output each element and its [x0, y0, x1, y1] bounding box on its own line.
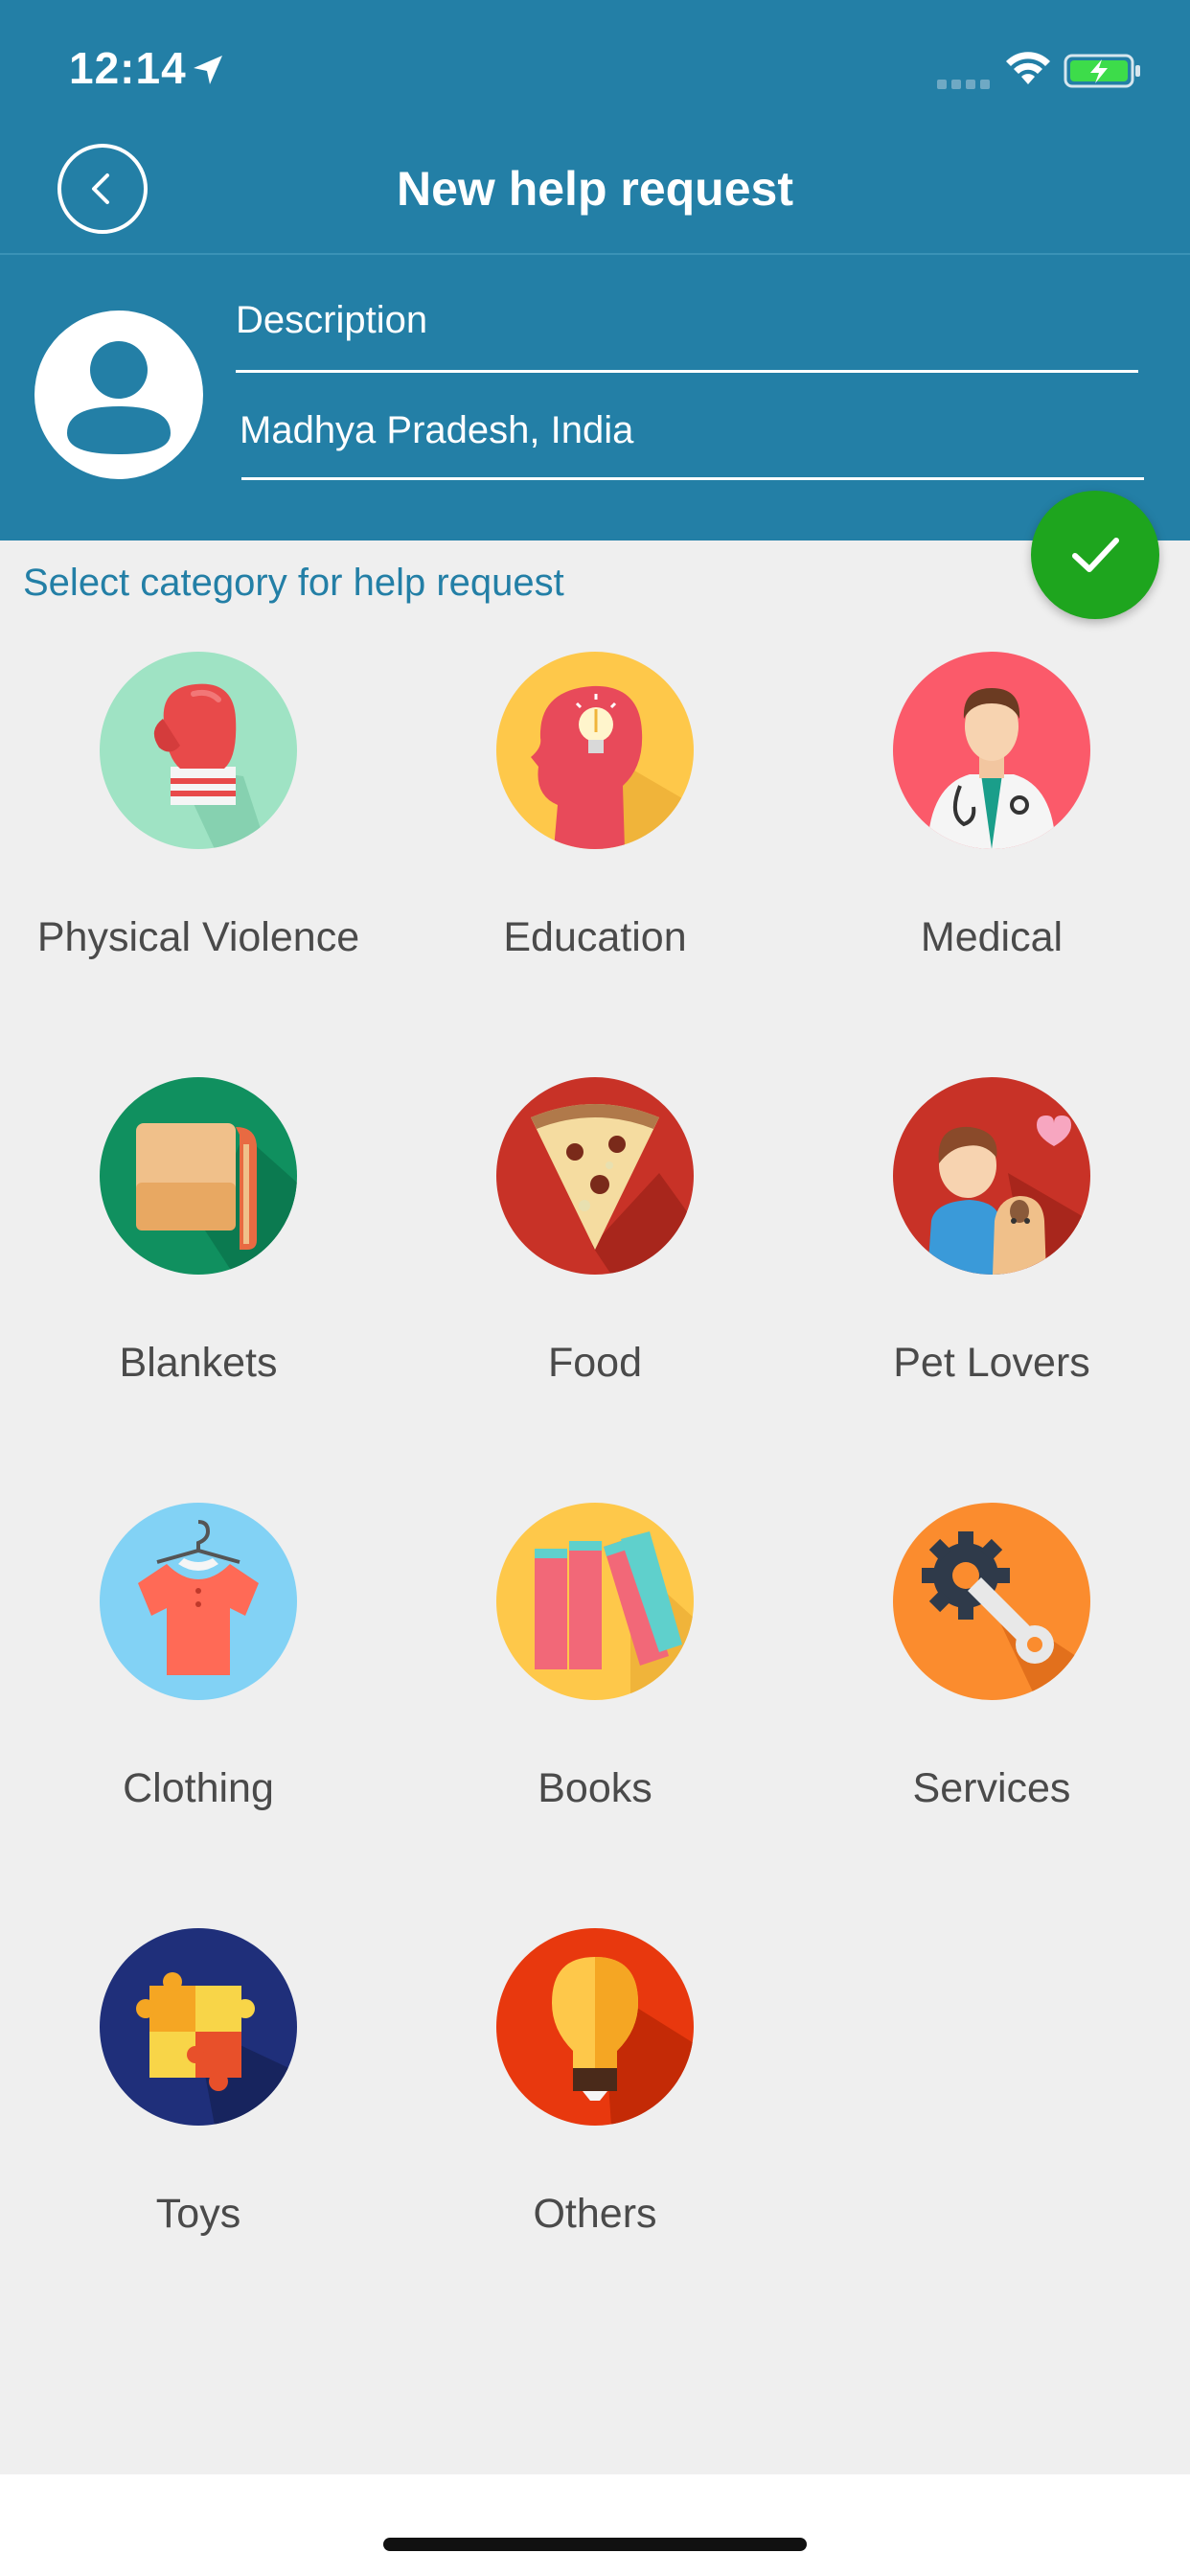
category-label: Food: [547, 1340, 642, 1386]
boxing-glove-icon: [100, 652, 297, 849]
category-others[interactable]: Others: [397, 1928, 793, 2292]
header: 12:14 New help request Description Madhy…: [0, 0, 1190, 540]
nav-divider: [0, 253, 1190, 255]
person-with-dog-icon: [893, 1077, 1090, 1275]
location-field[interactable]: [240, 399, 1140, 462]
books-icon: [496, 1503, 694, 1700]
pizza-slice-icon: [496, 1077, 694, 1275]
category-blankets[interactable]: Blankets: [0, 1077, 397, 1441]
category-books[interactable]: Books: [397, 1503, 793, 1867]
description-underline: [236, 370, 1138, 373]
page-title: New help request: [397, 162, 793, 216]
wifi-icon: [1006, 52, 1050, 84]
category-food[interactable]: Food: [397, 1077, 793, 1441]
checkmark-icon: [1072, 538, 1119, 572]
category-pet-lovers[interactable]: Pet Lovers: [793, 1077, 1190, 1441]
puzzle-pieces-icon: [100, 1928, 297, 2126]
battery-charging-icon: [1064, 54, 1140, 88]
category-label: Pet Lovers: [893, 1340, 1090, 1386]
description-field[interactable]: Description: [236, 299, 427, 342]
location-arrow-icon: [194, 56, 222, 84]
head-lightbulb-icon: [496, 652, 694, 849]
category-label: Toys: [155, 2191, 241, 2237]
category-education[interactable]: Education: [397, 652, 793, 1016]
category-label: Books: [538, 1765, 652, 1811]
blanket-icon: [100, 1077, 297, 1275]
nav-bar: New help request: [0, 144, 1190, 253]
avatar[interactable]: [34, 310, 203, 479]
category-label: Others: [533, 2191, 657, 2237]
category-toys[interactable]: Toys: [0, 1928, 397, 2292]
cellular-signal-icon: [937, 80, 990, 89]
user-avatar-icon: [67, 341, 171, 454]
category-medical[interactable]: Medical: [793, 652, 1190, 1016]
shirt-on-hanger-icon: [100, 1503, 297, 1700]
bottom-safe-area: [0, 2474, 1190, 2576]
category-label: Services: [912, 1765, 1071, 1811]
category-clothing[interactable]: Clothing: [0, 1503, 397, 1867]
category-label: Physical Violence: [36, 914, 360, 960]
category-label: Blankets: [119, 1340, 278, 1386]
location-underline: [241, 477, 1144, 480]
home-indicator[interactable]: [383, 2538, 807, 2551]
submit-button[interactable]: [1031, 491, 1159, 619]
category-label: Medical: [920, 914, 1064, 960]
category-label: Clothing: [123, 1765, 274, 1811]
category-physical-violence[interactable]: Physical Violence: [0, 652, 397, 1016]
gear-wrench-icon: [893, 1503, 1090, 1700]
section-title: Select category for help request: [23, 562, 564, 604]
doctor-icon: [893, 652, 1090, 849]
lightbulb-icon: [496, 1928, 694, 2126]
status-bar: 12:14: [0, 0, 1190, 144]
status-time: 12:14: [69, 43, 187, 93]
category-services[interactable]: Services: [793, 1503, 1190, 1867]
category-label: Education: [503, 914, 687, 960]
